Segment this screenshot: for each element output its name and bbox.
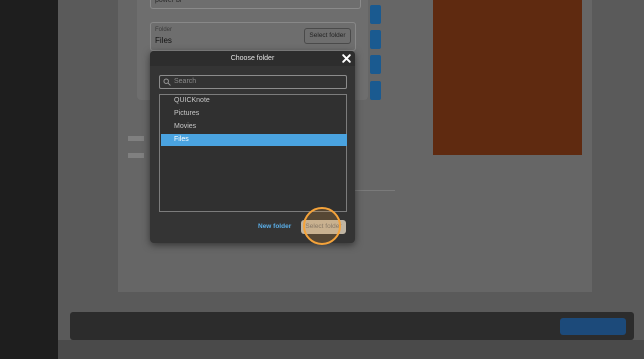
dialog-title: Choose folder [230,55,275,62]
search-placeholder: Search [174,78,197,85]
side-tab[interactable] [370,55,381,74]
folder-field-label: Folder [155,27,173,33]
page-text-line [128,153,144,158]
folder-field-value: Files [155,36,172,45]
bottom-action-bar [70,312,634,340]
title-input[interactable]: power bi [150,0,361,9]
folder-list: QUICKnote Pictures Movies Files [159,94,347,212]
click-indicator [303,207,341,245]
new-folder-button[interactable]: New folder [258,223,291,230]
folder-item-files[interactable]: Files [161,134,347,146]
folder-item-pictures[interactable]: Pictures [161,108,347,120]
search-input[interactable]: Search [159,75,347,89]
folder-item-quicknote[interactable]: QUICKnote [161,95,347,107]
side-tab[interactable] [370,81,381,100]
side-tab[interactable] [370,5,381,24]
bottom-primary-button[interactable] [560,318,626,335]
folder-select-button[interactable]: Select folder [304,28,351,44]
close-icon[interactable] [341,53,352,64]
left-sidebar [0,0,58,359]
page-text-line [128,136,144,141]
side-tab[interactable] [370,30,381,49]
orange-content-block [433,0,582,155]
search-icon [163,78,171,86]
folder-field: Folder Files Select folder [150,22,356,51]
folder-item-movies[interactable]: Movies [161,121,347,133]
